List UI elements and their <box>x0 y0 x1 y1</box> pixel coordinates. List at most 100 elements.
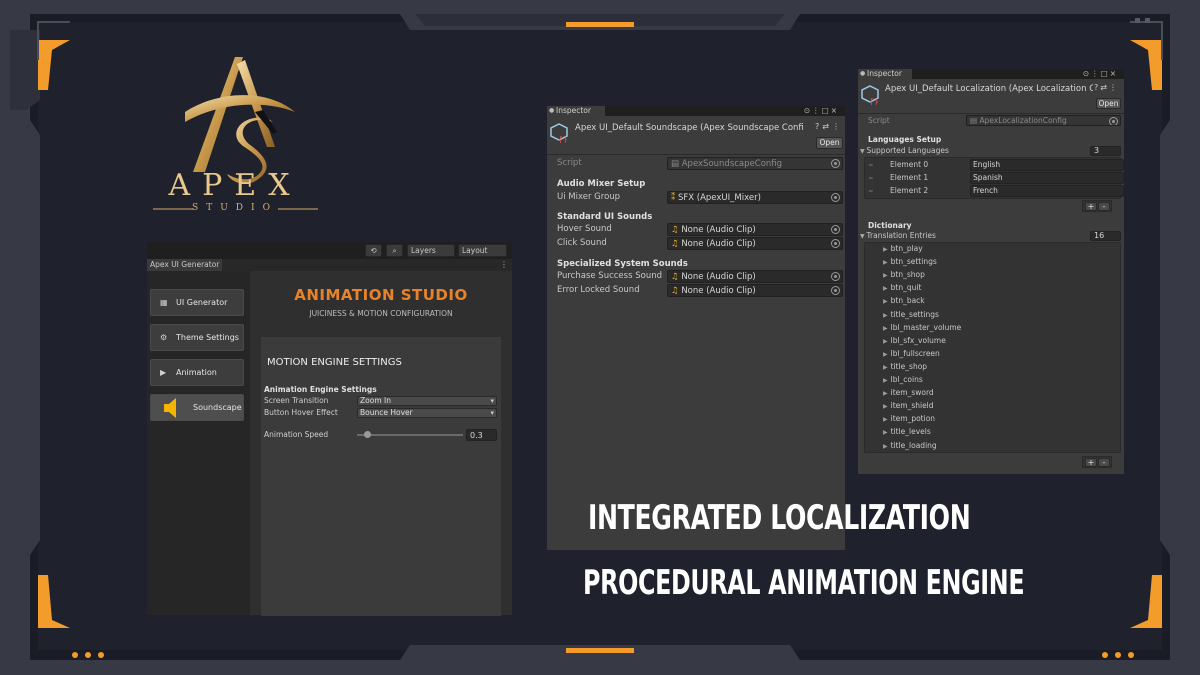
object-picker-icon[interactable] <box>831 239 840 248</box>
add-entry-button[interactable]: + <box>1085 458 1097 467</box>
hover-sound-field[interactable]: ♫ None (Audio Clip) <box>667 223 843 236</box>
nav-soundscape-button[interactable]: Soundscape <box>150 394 244 421</box>
foldout-arrow-icon[interactable]: ▶ <box>883 351 888 358</box>
translation-entry[interactable]: ▶ lbl_master_volume <box>883 323 961 332</box>
foldout-arrow-icon[interactable]: ▶ <box>883 272 888 279</box>
object-picker-icon[interactable] <box>831 272 840 281</box>
click-sound-label: Click Sound <box>557 238 607 248</box>
slider-thumb[interactable] <box>364 431 372 438</box>
translation-entry[interactable]: ▶ lbl_coins <box>883 375 923 384</box>
search-button[interactable]: ⌕ <box>386 244 403 257</box>
error-sound-field[interactable]: ♫ None (Audio Clip) <box>667 284 843 297</box>
object-picker-icon[interactable] <box>831 286 840 295</box>
translation-entry[interactable]: ▶ title_settings <box>883 310 939 319</box>
foldout-arrow-icon[interactable]: ▶ <box>883 403 888 410</box>
more-menu-icon[interactable]: ⋮ <box>500 259 508 271</box>
editor-toolbar: ⟲ ⌕ Layers Layout <box>147 242 512 259</box>
remove-entry-button[interactable]: - <box>1098 458 1110 467</box>
translation-entry[interactable]: ▶ title_loading <box>883 441 937 450</box>
list-item[interactable]: ═ Element 1 Spanish <box>865 172 1124 185</box>
entry-key: btn_quit <box>890 283 922 293</box>
foldout-arrow-icon[interactable]: ▶ <box>883 390 888 397</box>
entry-key: item_shield <box>890 401 934 411</box>
animation-speed-field[interactable]: 0.3 <box>466 429 497 441</box>
foldout-arrow-icon[interactable]: ▶ <box>883 259 888 266</box>
purchase-sound-label: Purchase Success Sound <box>557 271 662 281</box>
layers-dropdown[interactable]: Layers <box>407 244 455 257</box>
drag-handle-icon[interactable]: ═ <box>869 162 873 169</box>
layout-dropdown[interactable]: Layout <box>458 244 507 257</box>
foldout-arrow-icon[interactable]: ▶ <box>883 298 888 305</box>
list-item[interactable]: ═ Element 2 French <box>865 185 1124 198</box>
foldout-arrow-icon[interactable]: ▶ <box>883 338 888 345</box>
element-value-field[interactable]: Spanish <box>970 172 1124 184</box>
translation-entry[interactable]: ▶ lbl_sfx_volume <box>883 336 946 345</box>
foldout-arrow-icon[interactable]: ▶ <box>883 443 888 450</box>
foldout-arrow-icon[interactable]: ▶ <box>883 312 888 319</box>
supported-languages-label[interactable]: ▼ Supported Languages <box>860 146 949 155</box>
open-button[interactable]: Open <box>816 137 843 149</box>
element-value-field[interactable]: English <box>970 159 1124 171</box>
help-icon[interactable]: ?⇄⋮ <box>1094 83 1119 92</box>
localization-inspector: ● Inspector ⊙⋮□× {} Apex UI_Default Loca… <box>858 69 1124 474</box>
click-value: None (Audio Clip) <box>681 239 756 249</box>
mixer-icon: ⁑ <box>671 193 678 203</box>
element-value-field[interactable]: French <box>970 185 1124 197</box>
drag-handle-icon[interactable]: ═ <box>869 188 873 195</box>
foldout-arrow-icon[interactable]: ▶ <box>883 416 888 423</box>
nav-animation-studio-button[interactable]: ▶ Animation Studio <box>150 359 244 402</box>
object-picker-icon[interactable] <box>831 225 840 234</box>
translation-entry[interactable]: ▶ title_shop <box>883 362 927 371</box>
translation-entry[interactable]: ▶ item_shield <box>883 401 934 410</box>
dictionary-header: Dictionary <box>868 221 912 230</box>
translation-entry[interactable]: ▶ btn_quit <box>883 283 921 292</box>
drag-handle-icon[interactable]: ═ <box>869 175 873 182</box>
foldout-arrow-icon[interactable]: ▶ <box>883 377 888 384</box>
translation-entry[interactable]: ▶ item_potion <box>883 414 935 423</box>
hover-sound-label: Hover Sound <box>557 224 612 234</box>
translation-entries-label[interactable]: ▼ Translation Entries <box>860 231 936 240</box>
nav-ui-generator-button[interactable]: ▦ UI Generator <box>150 289 244 316</box>
settings-header: Animation Engine Settings <box>264 385 377 394</box>
window-controls-icon[interactable]: ⊙⋮□× <box>1083 69 1118 79</box>
supported-count-field[interactable]: 3 <box>1090 146 1121 156</box>
click-sound-field[interactable]: ♫ None (Audio Clip) <box>667 237 843 250</box>
translation-entry[interactable]: ▶ lbl_fullscreen <box>883 349 940 358</box>
foldout-arrow-icon[interactable]: ▶ <box>883 325 888 332</box>
error-value: None (Audio Clip) <box>681 286 756 296</box>
animation-speed-label: Animation Speed <box>264 430 329 439</box>
headline-localization: INTEGRATED LOCALIZATION <box>588 498 971 538</box>
translation-entry[interactable]: ▶ btn_play <box>883 244 923 253</box>
page-subtitle: JUICINESS & MOTION CONFIGURATION <box>309 309 453 318</box>
tab-label: Inspector <box>867 69 902 78</box>
translation-entry[interactable]: ▶ item_sword <box>883 388 934 397</box>
tab-inspector[interactable]: ● Inspector <box>858 69 912 79</box>
remove-language-button[interactable]: - <box>1098 202 1110 211</box>
translation-entry[interactable]: ▶ title_levels <box>883 427 931 436</box>
translation-entry[interactable]: ▶ btn_shop <box>883 270 925 279</box>
screen-transition-dropdown[interactable]: Zoom In <box>357 396 497 406</box>
object-picker-icon[interactable] <box>831 193 840 202</box>
entries-count-field[interactable]: 16 <box>1090 231 1121 241</box>
button-hover-dropdown[interactable]: Bounce Hover <box>357 408 497 418</box>
nav-theme-settings-button[interactable]: ⚙ Theme Settings <box>150 324 244 351</box>
animation-speed-slider[interactable] <box>357 431 463 438</box>
foldout-arrow-icon[interactable]: ▶ <box>883 429 888 436</box>
tab-apex-ui-generator[interactable]: Apex UI Generator <box>147 259 222 271</box>
mixer-group-field[interactable]: ⁑ SFX (ApexUI_Mixer) <box>667 191 843 204</box>
window-controls-icon[interactable]: ⊙⋮□× <box>804 106 839 116</box>
translation-entry[interactable]: ▶ btn_settings <box>883 257 937 266</box>
foldout-arrow-icon[interactable]: ▶ <box>883 364 888 371</box>
add-language-button[interactable]: + <box>1085 202 1097 211</box>
translation-entry[interactable]: ▶ btn_back <box>883 296 925 305</box>
tab-inspector[interactable]: ● Inspector <box>547 106 605 116</box>
help-icon[interactable]: ?⇄⋮ <box>815 122 843 131</box>
element-label: Element 2 <box>890 186 929 195</box>
list-item[interactable]: ═ Element 0 English <box>865 159 1124 172</box>
purchase-sound-field[interactable]: ♫ None (Audio Clip) <box>667 270 843 283</box>
open-button[interactable]: Open <box>1096 98 1121 109</box>
history-button[interactable]: ⟲ <box>365 244 382 257</box>
foldout-arrow-icon[interactable]: ▶ <box>883 285 888 292</box>
mixer-header: Audio Mixer Setup <box>557 179 646 189</box>
foldout-arrow-icon[interactable]: ▶ <box>883 246 888 253</box>
